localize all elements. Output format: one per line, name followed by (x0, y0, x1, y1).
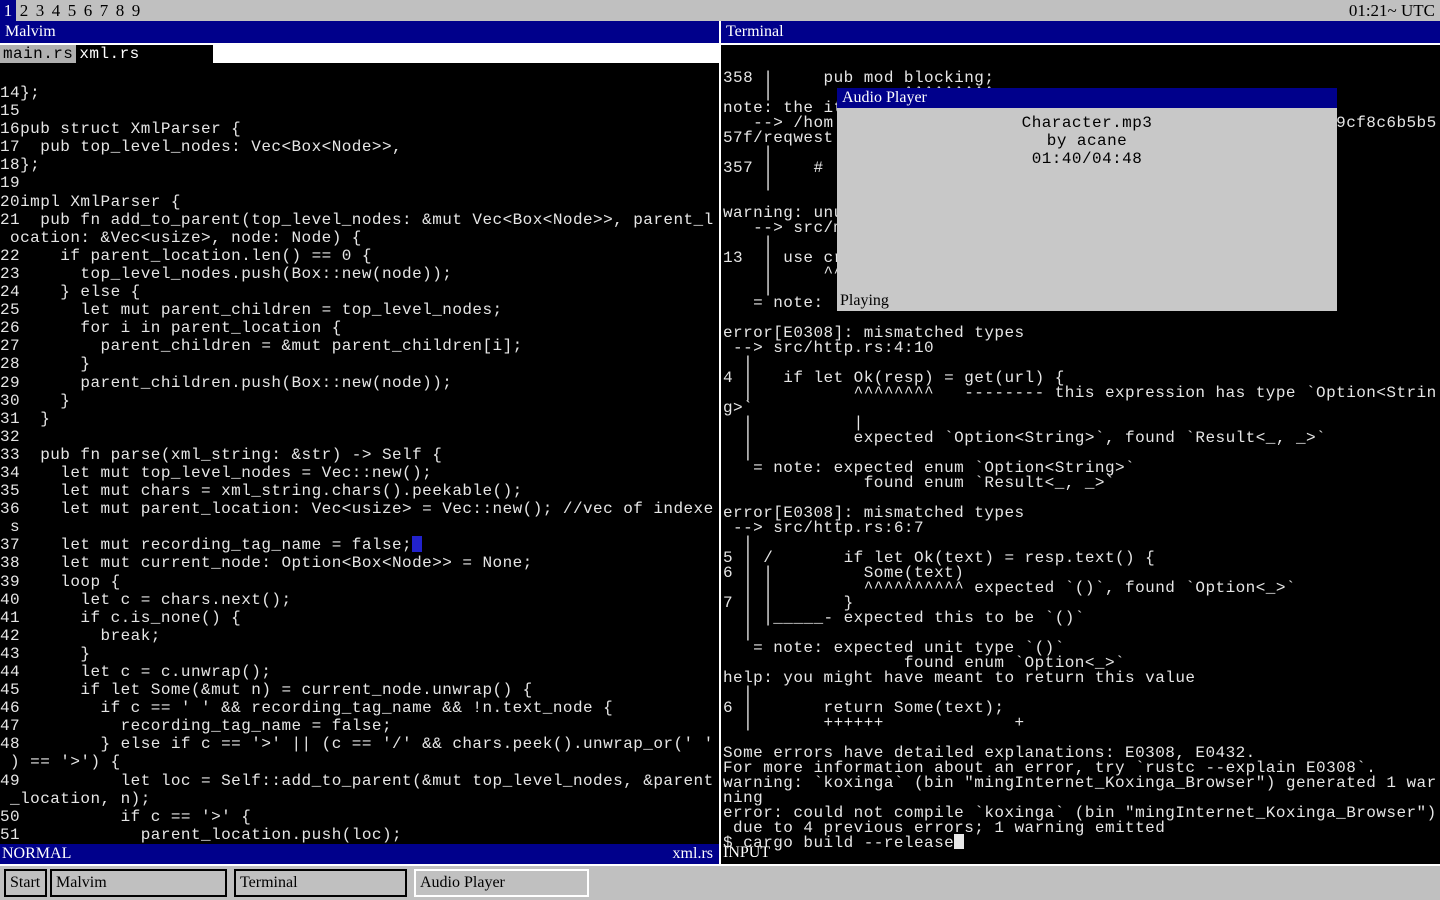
track-name: Character.mp3 (837, 114, 1337, 132)
audio-player-titlebar[interactable]: Audio Player (837, 88, 1337, 108)
terminal-title: Terminal (726, 23, 784, 40)
workspace-5[interactable]: 5 (64, 0, 80, 21)
code-line: 34 let mut top_level_nodes = Vec::new(); (0, 464, 719, 482)
code-line: 32 (0, 428, 719, 446)
code-line: 46 if c == ' ' && recording_tag_name && … (0, 699, 719, 717)
code-line: 37 let mut recording_tag_name = false; (0, 536, 719, 554)
terminal-row: found enum `Result<_, _>` (723, 476, 1440, 491)
terminal-row: --> src/http.rs:4:10 (723, 341, 1440, 356)
workspace-2[interactable]: 2 (16, 0, 32, 21)
code-line: 31 } (0, 410, 719, 428)
taskbar-button-terminal[interactable]: Terminal (234, 869, 407, 897)
editor-tabbar: main.rsxml.rs (0, 45, 719, 63)
editor-mode: NORMAL (2, 844, 71, 864)
code-line: 16pub struct XmlParser { (0, 120, 719, 138)
terminal-row: | ++++++ + (723, 716, 1440, 731)
code-line: 51 parent_location.push(loc); (0, 826, 719, 844)
task-buttons: MalvimTerminalAudio Player (47, 869, 589, 897)
tab-xml-rs[interactable]: xml.rs (76, 45, 142, 63)
workspace-4[interactable]: 4 (48, 0, 64, 21)
code-line: 14}; (0, 84, 719, 102)
code-line: 35 let mut chars = xml_string.chars().pe… (0, 482, 719, 500)
terminal-row: | |_____- expected this to be `()` (723, 611, 1440, 626)
code-line: 42 break; (0, 627, 719, 645)
code-line: ocation: &Vec<usize>, node: Node) { (0, 229, 719, 247)
code-line: 29 parent_children.push(Box::new(node)); (0, 374, 719, 392)
code-line: 18}; (0, 156, 719, 174)
code-line: 49 let loc = Self::add_to_parent(&mut to… (0, 772, 719, 790)
code-line: 47 recording_tag_name = false; (0, 717, 719, 735)
code-line: _location, n); (0, 790, 719, 808)
code-line: 26 for i in parent_location { (0, 319, 719, 337)
code-line: 48 } else if c == '>' || (c == '/' && ch… (0, 735, 719, 753)
code-line: 36 let mut parent_location: Vec<usize> =… (0, 500, 719, 518)
track-time: 01:40/04:48 (837, 150, 1337, 168)
code-line: 20impl XmlParser { (0, 193, 719, 211)
code-line: 45 if let Some(&mut n) = current_node.un… (0, 681, 719, 699)
code-line: 21 pub fn add_to_parent(top_level_nodes:… (0, 211, 719, 229)
terminal-cursor (954, 834, 964, 849)
editor-tabs: main.rsxml.rs (0, 45, 213, 63)
code-line: 39 loop { (0, 573, 719, 591)
editor-statusbar: NORMAL xml.rs (0, 844, 719, 864)
terminal-row: warning: `koxinga` (bin "mingInternet_Ko… (723, 776, 1440, 791)
editor-status-filename: xml.rs (673, 844, 713, 864)
code-line: s (0, 518, 719, 536)
desktop: 123456789 01:21~ UTC Malvim main.rsxml.r… (0, 0, 1440, 900)
editor-cursor (412, 536, 422, 552)
terminal-mode: INPUT (723, 844, 770, 862)
terminal-row: $ cargo build --release (723, 836, 1440, 851)
malvim-title: Malvim (5, 23, 56, 40)
code-line: 41 if c.is_none() { (0, 609, 719, 627)
workspace-3[interactable]: 3 (32, 0, 48, 21)
taskbar-button-malvim[interactable]: Malvim (50, 869, 227, 897)
topbar: 123456789 01:21~ UTC (0, 0, 1440, 21)
code-line: 22 if parent_location.len() == 0 { (0, 247, 719, 265)
code-line: 28 } (0, 355, 719, 373)
code-line: 24 } else { (0, 283, 719, 301)
code-line: 23 top_level_nodes.push(Box::new(node)); (0, 265, 719, 283)
audio-player-window: Audio Player Character.mp3 by acane 01:4… (837, 88, 1337, 311)
code-line: 27 parent_children = &mut parent_childre… (0, 337, 719, 355)
terminal-row: help: you might have meant to return thi… (723, 671, 1440, 686)
code-line: 38 let mut current_node: Option<Box<Node… (0, 554, 719, 572)
audio-player-body: Character.mp3 by acane 01:40/04:48 Playi… (837, 108, 1337, 311)
code-line: 15 (0, 102, 719, 120)
terminal-row: | ^^^^^^^^ -------- this expression has … (723, 386, 1440, 401)
terminal-row: | expected `Option<String>`, found `Resu… (723, 431, 1440, 446)
track-artist: by acane (837, 132, 1337, 150)
taskbar-button-audio-player[interactable]: Audio Player (414, 869, 589, 897)
workspace-6[interactable]: 6 (80, 0, 96, 21)
terminal-row: --> src/http.rs:6:7 (723, 521, 1440, 536)
code-line: 43 } (0, 645, 719, 663)
code-line: 50 if c == '>' { (0, 808, 719, 826)
malvim-titlebar[interactable]: Malvim (0, 21, 719, 43)
editor-code-area[interactable]: 14};1516pub struct XmlParser {17 pub top… (0, 84, 719, 844)
terminal-titlebar-divider (721, 43, 1440, 45)
taskbar: Start MalvimTerminalAudio Player (0, 864, 1440, 900)
code-line: 25 let mut parent_children = top_level_n… (0, 301, 719, 319)
code-line: 19 (0, 174, 719, 192)
code-line: 33 pub fn parse(xml_string: &str) -> Sel… (0, 446, 719, 464)
start-button[interactable]: Start (4, 869, 47, 897)
code-line: ) == '>') { (0, 753, 719, 771)
workspace-switcher: 123456789 (0, 0, 144, 21)
tab-main-rs[interactable]: main.rs (0, 45, 76, 63)
workspace-8[interactable]: 8 (112, 0, 128, 21)
code-line: 40 let c = chars.next(); (0, 591, 719, 609)
clock: 01:21~ UTC (1349, 1, 1440, 21)
workspace-1[interactable]: 1 (0, 0, 16, 21)
workspace-9[interactable]: 9 (128, 0, 144, 21)
code-line: 30 } (0, 392, 719, 410)
code-line: 44 let c = c.unwrap(); (0, 663, 719, 681)
terminal-titlebar[interactable]: Terminal (721, 21, 1440, 43)
workspace-7[interactable]: 7 (96, 0, 112, 21)
code-line: 17 pub top_level_nodes: Vec<Box<Node>>, (0, 138, 719, 156)
malvim-window: Malvim main.rsxml.rs 14};1516pub struct … (0, 21, 719, 864)
playback-state: Playing (840, 292, 889, 310)
